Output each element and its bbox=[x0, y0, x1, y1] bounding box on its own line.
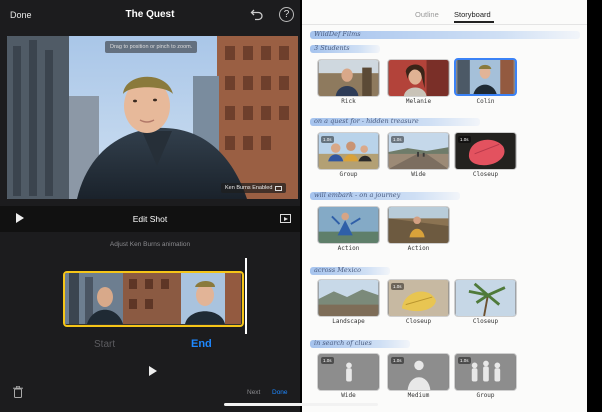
active-tab-indicator bbox=[454, 21, 494, 23]
storyboard-tabs: Outline Storyboard bbox=[302, 10, 587, 24]
clip-closeup-2[interactable]: 1.0s bbox=[387, 279, 450, 317]
clip-duration: 1.0s bbox=[321, 357, 334, 364]
undo-icon[interactable] bbox=[250, 7, 264, 21]
clip-landscape[interactable] bbox=[317, 279, 380, 317]
section-heading[interactable]: in search of clues bbox=[310, 339, 410, 348]
clip-medium[interactable]: 1.0s bbox=[387, 353, 450, 391]
clip-thumbnail bbox=[388, 207, 449, 243]
clip-group[interactable]: 1.0s bbox=[317, 132, 380, 170]
clip-label: Group bbox=[476, 392, 495, 399]
play-preview-icon[interactable] bbox=[149, 366, 157, 376]
clip-melanie[interactable] bbox=[387, 59, 450, 97]
section-heading[interactable]: across Mexico bbox=[310, 266, 390, 275]
clip-label: Action bbox=[407, 245, 430, 252]
clip-label: Wide bbox=[411, 171, 426, 178]
tab-storyboard[interactable]: Storyboard bbox=[454, 10, 491, 19]
clip-colin[interactable] bbox=[454, 58, 517, 96]
editor-pane: Done The Quest ? Drag to position or pin… bbox=[0, 0, 300, 412]
fullscreen-preview-icon[interactable] bbox=[280, 214, 291, 223]
section-heading[interactable]: on a quest for - hidden treasure bbox=[310, 117, 480, 126]
timeline-thumbnails bbox=[65, 273, 241, 324]
clip-thumbnail bbox=[318, 207, 379, 243]
clip-thumbnail bbox=[318, 60, 379, 96]
clip-label: Melanie bbox=[405, 98, 432, 105]
clip-label: Rick bbox=[341, 98, 356, 105]
clip-thumbnail bbox=[388, 60, 449, 96]
clip-closeup[interactable]: 1.0s bbox=[454, 132, 517, 170]
clip-label: Action bbox=[337, 245, 360, 252]
clip-duration: 1.0s bbox=[458, 357, 471, 364]
clip-closeup-3[interactable] bbox=[454, 279, 517, 317]
ken-burns-badge[interactable]: Ken Burns Enabled bbox=[221, 183, 287, 193]
clip-wide-2[interactable]: 1.0s bbox=[317, 353, 380, 391]
playhead[interactable] bbox=[245, 258, 247, 334]
clip-label: Closeup bbox=[472, 318, 499, 325]
video-viewer[interactable]: Drag to position or pinch to zoom. Ken B… bbox=[7, 36, 298, 199]
clip-label: Landscape bbox=[332, 318, 365, 325]
video-frame bbox=[7, 36, 298, 199]
clip-label: Closeup bbox=[472, 171, 499, 178]
clip-label: Colin bbox=[476, 98, 495, 105]
clip-thumbnail bbox=[318, 280, 379, 316]
edit-shot-bar: Edit Shot bbox=[0, 206, 300, 232]
section-heading[interactable]: 3 Students bbox=[310, 44, 380, 53]
end-button[interactable]: End bbox=[191, 338, 212, 350]
timeline-clip[interactable] bbox=[63, 271, 244, 327]
gesture-hint: Drag to position or pinch to zoom. bbox=[105, 41, 198, 53]
next-button[interactable]: Next bbox=[247, 389, 260, 396]
edit-shot-title: Edit Shot bbox=[132, 214, 168, 224]
section-heading[interactable]: will embark - on a journey bbox=[310, 191, 460, 200]
clip-label: Group bbox=[339, 171, 358, 178]
clip-group-2[interactable]: 1.0s bbox=[454, 353, 517, 391]
ken-burns-label: Ken Burns Enabled bbox=[225, 185, 273, 191]
tab-outline[interactable]: Outline bbox=[415, 10, 439, 19]
clip-wide[interactable]: 1.0s bbox=[387, 132, 450, 170]
clip-thumbnail bbox=[457, 60, 514, 94]
clip-action-2[interactable] bbox=[387, 206, 450, 244]
clip-duration: 1.0s bbox=[321, 136, 334, 143]
clip-duration: 1.0s bbox=[458, 136, 471, 143]
start-button[interactable]: Start bbox=[94, 339, 115, 350]
clip-thumbnail bbox=[455, 280, 516, 316]
storyboard-title: WildDef Films bbox=[310, 30, 580, 39]
clip-duration: 1.0s bbox=[391, 357, 404, 364]
storyboard-pane: Outline Storyboard WildDef Films 3 Stude… bbox=[302, 0, 587, 412]
home-indicator[interactable] bbox=[224, 403, 378, 406]
trash-icon[interactable] bbox=[13, 386, 23, 398]
adjust-ken-burns-label: Adjust Ken Burns animation bbox=[109, 241, 191, 248]
clip-label: Wide bbox=[341, 392, 356, 399]
clip-duration: 1.0s bbox=[391, 136, 404, 143]
clip-rick[interactable] bbox=[317, 59, 380, 97]
clip-action-1[interactable] bbox=[317, 206, 380, 244]
help-icon[interactable]: ? bbox=[279, 7, 294, 22]
ken-burns-icon bbox=[275, 185, 283, 191]
clip-label: Medium bbox=[407, 392, 430, 399]
clip-label: Closeup bbox=[405, 318, 432, 325]
editor-toolbar: Done The Quest ? bbox=[0, 0, 300, 34]
done-bottom-button[interactable]: Done bbox=[272, 389, 288, 396]
clip-duration: 1.0s bbox=[391, 283, 404, 290]
tabs-divider bbox=[302, 24, 587, 25]
